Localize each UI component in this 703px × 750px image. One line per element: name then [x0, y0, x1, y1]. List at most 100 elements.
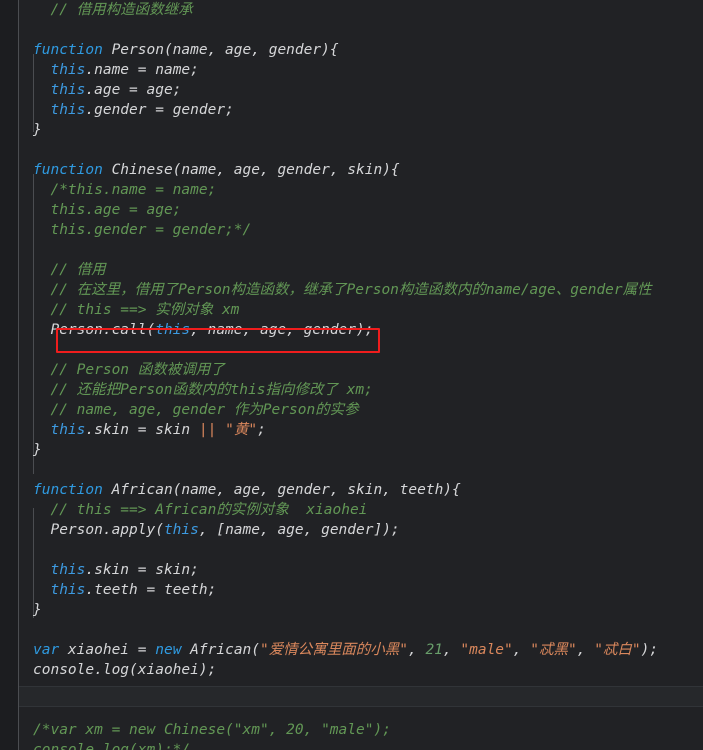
code-surface[interactable]: // 借用构造函数继承 function Person(name, age, g… — [19, 0, 703, 750]
code-line[interactable]: this.gender = gender;*/ — [19, 220, 703, 240]
code-token-cmt: // this ==> 实例对象 xm — [50, 302, 240, 318]
code-line[interactable]: /*this.name = name; — [19, 180, 703, 200]
code-line[interactable]: function African(name, age, gender, skin… — [19, 480, 703, 500]
code-token-cmt: // Person 函数被调用了 — [50, 362, 225, 378]
code-line[interactable]: function Person(name, age, gender){ — [19, 40, 703, 60]
code-token-kw: function — [33, 162, 103, 178]
code-token-str: "忒黑" — [530, 642, 577, 658]
code-line[interactable]: /*var xm = new Chinese("xm", 20, "male")… — [19, 720, 703, 740]
code-editor[interactable]: // 借用构造函数继承 function Person(name, age, g… — [0, 0, 703, 750]
code-line[interactable]: this.teeth = teeth; — [19, 580, 703, 600]
code-token-op: || — [198, 422, 217, 438]
code-token-cmt: // 借用构造函数继承 — [50, 2, 193, 18]
code-line[interactable]: this.age = age; — [19, 200, 703, 220]
code-token-cmt: // name, age, gender 作为Person的实参 — [50, 402, 359, 418]
code-token-cmt: console.log(xm);*/ — [33, 742, 191, 750]
code-token-cmt: /*this.name = name; — [33, 182, 217, 198]
code-token-this: this — [50, 82, 86, 98]
code-token-plain: .skin = skin; — [85, 562, 199, 578]
code-token-kw: new — [155, 642, 182, 658]
code-line[interactable]: // this ==> 实例对象 xm — [19, 300, 703, 320]
code-line[interactable] — [19, 620, 703, 640]
code-token-cmt: /*var xm = new Chinese("xm", 20, "male")… — [33, 722, 391, 738]
code-token-plain: } — [33, 602, 42, 618]
code-line[interactable] — [19, 240, 703, 260]
code-token-plain: ; — [257, 422, 266, 438]
code-token-cmt: this.age = age; — [33, 202, 182, 218]
code-line[interactable] — [19, 140, 703, 160]
code-token-plain: , — [512, 642, 531, 658]
code-line[interactable]: // 借用构造函数继承 — [19, 0, 703, 20]
code-token-cmt: this.gender = gender;*/ — [33, 222, 252, 238]
code-line[interactable]: // Person 函数被调用了 — [19, 360, 703, 380]
code-line[interactable]: this.age = age; — [19, 80, 703, 100]
code-token-str: "忒白" — [594, 642, 641, 658]
code-token-plain: xiaohei = — [59, 642, 156, 658]
code-line[interactable] — [19, 700, 703, 720]
code-line[interactable]: // this ==> African的实例对象 xiaohei — [19, 500, 703, 520]
code-token-plain: African(name, age, gender, skin, teeth){ — [102, 482, 461, 498]
code-line[interactable]: function Chinese(name, age, gender, skin… — [19, 160, 703, 180]
code-token-plain: } — [33, 442, 42, 458]
code-token-plain: African( — [181, 642, 261, 658]
code-token-plain: , — [576, 642, 595, 658]
code-line[interactable]: // name, age, gender 作为Person的实参 — [19, 400, 703, 420]
code-line[interactable]: // 借用 — [19, 260, 703, 280]
code-token-this: this — [50, 422, 86, 438]
code-token-str: "黄" — [225, 422, 258, 438]
code-token-plain: .age = age; — [85, 82, 182, 98]
code-token-cmt: // this ==> African的实例对象 xiaohei — [50, 502, 368, 518]
code-token-plain: Chinese(name, age, gender, skin){ — [102, 162, 400, 178]
code-token-cmt: // 在这里，借用了Person构造函数，继承了Person构造函数内的name… — [50, 282, 652, 298]
code-token-this: this — [50, 62, 86, 78]
code-line[interactable]: this.skin = skin; — [19, 560, 703, 580]
code-token-plain: Person.call( — [33, 322, 156, 338]
code-lines[interactable]: // 借用构造函数继承 function Person(name, age, g… — [19, 0, 703, 750]
code-line[interactable] — [19, 540, 703, 560]
code-line[interactable]: // 还能把Person函数内的this指向修改了 xm; — [19, 380, 703, 400]
code-token-this: this — [50, 562, 86, 578]
code-line[interactable] — [19, 460, 703, 480]
code-token-plain: } — [33, 122, 42, 138]
code-line[interactable]: console.log(xiaohei); — [19, 660, 703, 680]
code-token-num: 21 — [425, 642, 443, 658]
code-token-this: this — [163, 522, 199, 538]
code-line[interactable] — [19, 680, 703, 700]
code-line[interactable] — [19, 20, 703, 40]
code-token-this: this — [50, 102, 86, 118]
code-line[interactable]: this.name = name; — [19, 60, 703, 80]
code-token-plain: .gender = gender; — [85, 102, 234, 118]
code-line[interactable]: } — [19, 440, 703, 460]
code-line[interactable]: console.log(xm);*/ — [19, 740, 703, 750]
code-token-this: this — [155, 322, 191, 338]
code-token-plain: .teeth = teeth; — [85, 582, 217, 598]
code-token-plain: , [name, age, gender]); — [198, 522, 400, 538]
code-line[interactable]: } — [19, 600, 703, 620]
editor-gutter[interactable] — [0, 0, 18, 750]
code-line[interactable]: this.gender = gender; — [19, 100, 703, 120]
code-token-cmt: // 借用 — [50, 262, 106, 278]
code-line[interactable]: // 在这里，借用了Person构造函数，继承了Person构造函数内的name… — [19, 280, 703, 300]
code-token-str: "爱情公寓里面的小黑" — [260, 642, 408, 658]
code-token-plain: ); — [640, 642, 659, 658]
code-line[interactable]: Person.apply(this, [name, age, gender]); — [19, 520, 703, 540]
code-line[interactable]: var xiaohei = new African("爱情公寓里面的小黑", 2… — [19, 640, 703, 660]
code-token-str: "male" — [460, 642, 513, 658]
code-line[interactable]: } — [19, 120, 703, 140]
code-line[interactable]: Person.call(this, name, age, gender); — [19, 320, 703, 340]
code-line[interactable]: this.skin = skin || "黄"; — [19, 420, 703, 440]
code-token-kw: function — [33, 42, 103, 58]
code-line[interactable] — [19, 340, 703, 360]
code-token-plain: , — [442, 642, 461, 658]
